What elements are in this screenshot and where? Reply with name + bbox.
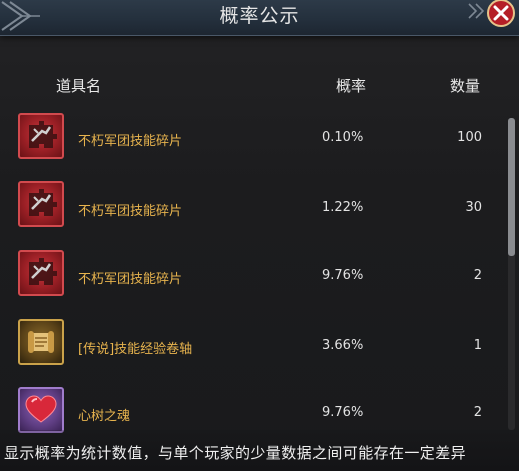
item-name: [传说]技能经验卷轴 xyxy=(78,342,193,357)
list-item[interactable]: 不朽军团技能碎片 9.76% 2 xyxy=(0,240,505,310)
list-item[interactable]: 不朽军团技能碎片 0.10% 100 xyxy=(0,103,505,173)
item-rate: 0.10% xyxy=(322,130,364,145)
item-count: 2 xyxy=(473,268,482,283)
item-count: 2 xyxy=(473,405,482,420)
item-rate: 3.66% xyxy=(322,338,364,353)
item-name: 心树之魂 xyxy=(78,409,131,424)
item-rate: 9.76% xyxy=(322,405,364,420)
heart-icon xyxy=(18,387,64,433)
column-header-rate: 概率 xyxy=(336,77,367,95)
column-header-count: 数量 xyxy=(450,77,481,95)
list-item[interactable]: 不朽军团技能碎片 1.22% 30 xyxy=(0,171,505,241)
probability-dialog: 概率公示 道具名 概率 数量 不朽军团技能碎片 0.10% 100 不朽军团技能… xyxy=(0,0,519,471)
close-icon xyxy=(487,0,515,27)
corner-ornament-icon xyxy=(468,3,485,19)
scrollbar-thumb[interactable] xyxy=(508,118,515,256)
item-count: 30 xyxy=(465,200,482,215)
item-rate: 9.76% xyxy=(322,268,364,283)
item-rate: 1.22% xyxy=(322,200,364,215)
column-header-name: 道具名 xyxy=(56,77,102,95)
skill-fragment-icon xyxy=(18,250,64,296)
item-count: 100 xyxy=(457,130,482,145)
scroll-icon xyxy=(18,319,64,365)
skill-fragment-icon xyxy=(18,181,64,227)
item-count: 1 xyxy=(473,338,482,353)
item-name: 不朽军团技能碎片 xyxy=(78,272,183,287)
list-item[interactable]: [传说]技能经验卷轴 3.66% 1 xyxy=(0,310,505,380)
close-button[interactable] xyxy=(484,0,518,30)
item-name: 不朽军团技能碎片 xyxy=(78,134,183,149)
probability-disclaimer: 显示概率为统计数值，与单个玩家的少量数据之间可能存在一定差异 xyxy=(4,444,467,462)
dialog-title: 概率公示 xyxy=(219,5,300,27)
item-name: 不朽军团技能碎片 xyxy=(78,204,183,219)
skill-fragment-icon xyxy=(18,113,64,159)
